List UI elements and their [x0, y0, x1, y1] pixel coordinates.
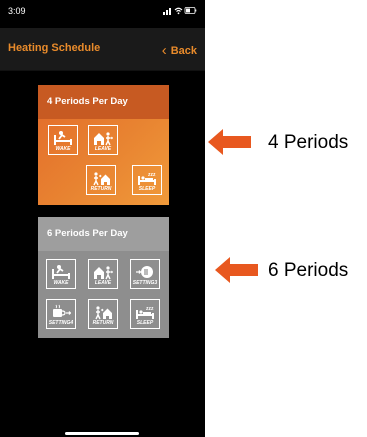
return-home-icon — [95, 306, 112, 320]
tile-setting4-label: SETTING4 — [48, 320, 74, 326]
tile-leave: LEAVE — [88, 125, 118, 155]
tile-leave-6-label: LEAVE — [94, 280, 112, 286]
tile-sleep: zzz SLEEP — [132, 165, 162, 195]
arrow-left-icon — [215, 257, 258, 283]
tile-setting4: SETTING4 — [46, 299, 76, 329]
leave-home-icon — [94, 132, 113, 146]
tile-setting3: SETTING3 — [130, 259, 160, 289]
tile-wake: WAKE — [48, 125, 78, 155]
tile-wake-label: WAKE — [55, 146, 71, 152]
status-indicators — [163, 6, 197, 17]
tile-wake-6-label: WAKE — [53, 280, 69, 286]
tile-sleep-6: zzz SLEEP — [130, 299, 160, 329]
tile-return-label: RETURN — [90, 186, 112, 192]
back-label: Back — [170, 45, 197, 57]
setting4-icon — [53, 304, 71, 317]
svg-text:zzz: zzz — [148, 172, 156, 178]
signal-wifi-battery-icon — [163, 7, 197, 15]
tile-leave-6: LEAVE — [88, 259, 118, 289]
phone-screen: 3:09 Heating Schedule ‹ Back 4 Periods Pe… — [0, 0, 205, 437]
tile-wake-6: WAKE — [46, 259, 76, 289]
home-indicator — [65, 432, 139, 435]
tile-setting3-label: SETTING3 — [132, 280, 158, 286]
page-title: Heating Schedule — [8, 42, 101, 54]
svg-text:zzz: zzz — [146, 306, 154, 312]
bed-wake-icon — [54, 131, 72, 145]
status-bar: 3:09 — [0, 0, 205, 28]
status-time: 3:09 — [8, 6, 26, 16]
six-periods-card[interactable]: 6 Periods Per Day WAKE LEAVE SETTING3 SE… — [38, 217, 169, 338]
tile-leave-label: LEAVE — [94, 146, 112, 152]
tile-sleep-6-label: SLEEP — [136, 320, 154, 326]
nav-bar: Heating Schedule ‹ Back — [0, 28, 205, 71]
setting3-icon — [136, 266, 153, 278]
six-periods-caption: 6 Periods — [268, 260, 349, 281]
arrow-left-icon — [208, 129, 251, 155]
chevron-left-icon: ‹ — [161, 42, 167, 59]
six-periods-title: 6 Periods Per Day — [38, 217, 169, 251]
bed-wake-icon — [52, 265, 70, 279]
tile-return: RETURN — [86, 165, 116, 195]
back-button[interactable]: ‹ Back — [161, 41, 197, 59]
leave-home-icon — [94, 266, 113, 280]
bed-sleep-icon: zzz — [138, 172, 156, 185]
four-periods-caption: 4 Periods — [268, 132, 349, 153]
tile-return-6-label: RETURN — [92, 320, 114, 326]
return-home-icon — [93, 172, 110, 186]
four-periods-card[interactable]: 4 Periods Per Day WAKE LEAVE RETURN zzz … — [38, 85, 169, 205]
bed-sleep-icon: zzz — [136, 306, 154, 319]
tile-return-6: RETURN — [88, 299, 118, 329]
four-periods-title: 4 Periods Per Day — [38, 85, 169, 119]
tile-sleep-label: SLEEP — [138, 186, 156, 192]
